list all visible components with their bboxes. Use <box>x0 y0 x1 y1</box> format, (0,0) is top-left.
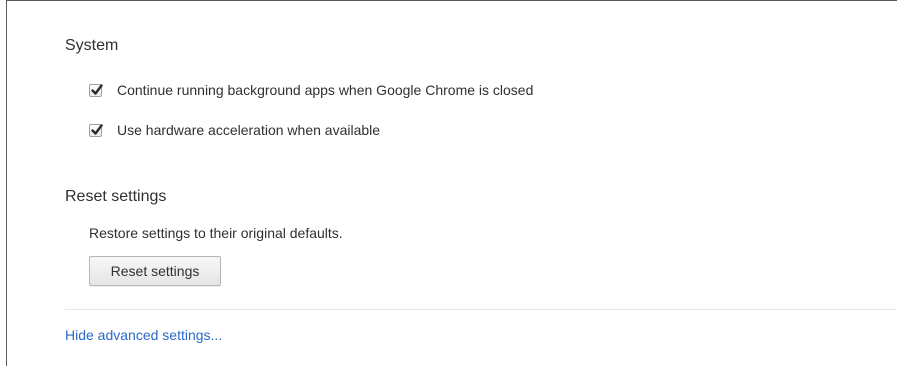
reset-description: Restore settings to their original defau… <box>89 225 343 241</box>
section-divider <box>65 309 897 310</box>
checkmark-icon <box>91 123 103 135</box>
background-apps-label: Continue running background apps when Go… <box>117 82 534 98</box>
background-apps-option[interactable]: Continue running background apps when Go… <box>89 82 533 98</box>
system-section-title: System <box>65 37 119 54</box>
hide-advanced-settings-link[interactable]: Hide advanced settings... <box>65 327 222 343</box>
window-border-left <box>6 0 7 366</box>
reset-section-title: Reset settings <box>65 188 167 205</box>
hardware-acceleration-option[interactable]: Use hardware acceleration when available <box>89 122 380 138</box>
checkmark-icon <box>91 83 103 95</box>
background-apps-checkbox[interactable] <box>89 83 103 97</box>
hardware-acceleration-checkbox[interactable] <box>89 123 103 137</box>
reset-settings-button[interactable]: Reset settings <box>89 256 221 286</box>
settings-page: System Continue running background apps … <box>0 0 897 366</box>
hardware-acceleration-label: Use hardware acceleration when available <box>117 122 381 138</box>
window-border-top <box>6 0 897 1</box>
